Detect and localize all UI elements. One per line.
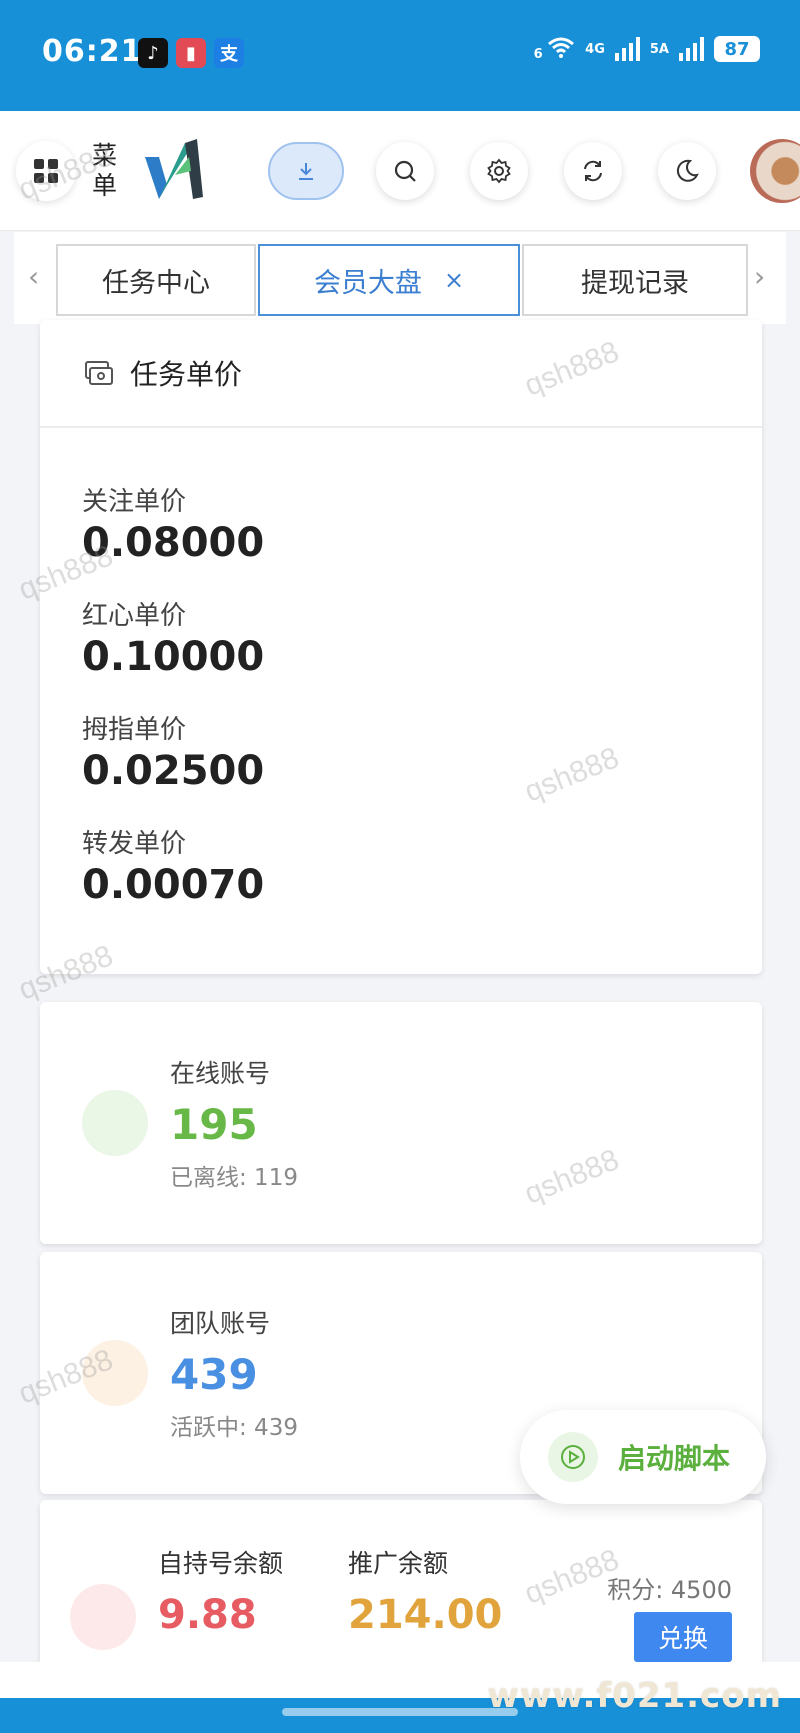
price-label: 关注单价: [82, 487, 187, 517]
price-label: 拇指单价: [82, 715, 187, 745]
balance-status-icon: [70, 1584, 136, 1650]
promo-balance-value: 214.00: [348, 1592, 503, 1638]
status-bar: 06:21 ♪ ▮ 支 6 4G 5A 87: [0, 0, 800, 111]
site-watermark: www.f021.com: [487, 1676, 782, 1716]
close-icon[interactable]: ×: [444, 266, 464, 294]
wifi-badge: 6: [533, 47, 543, 62]
dark-mode-button[interactable]: [658, 142, 716, 200]
signal-bars-icon: [614, 37, 640, 61]
tiktok-icon: ♪: [138, 38, 168, 68]
price-list: 关注单价 0.08000 红心单价 0.10000 拇指单价 0.02500 转…: [40, 428, 762, 942]
promo-balance: 推广余额 214.00: [348, 1544, 502, 1638]
active-count: 活跃中: 439: [170, 1415, 298, 1441]
tab-label: 会员大盘: [313, 267, 422, 299]
search-icon: [394, 160, 416, 182]
tab-withdraw-records[interactable]: 提现记录: [522, 244, 748, 316]
price-item-thumb: 拇指单价 0.02500: [82, 714, 762, 828]
team-status-icon: [82, 1340, 148, 1406]
money-icon: [85, 361, 113, 385]
exchange-button[interactable]: 兑换: [634, 1612, 732, 1662]
search-button[interactable]: [376, 142, 434, 200]
self-balance-value: 9.88: [158, 1592, 257, 1638]
start-script-button[interactable]: 启动脚本: [520, 1410, 766, 1504]
promo-balance-label: 推广余额: [348, 1549, 449, 1578]
price-item-heart: 红心单价 0.10000: [82, 600, 762, 714]
signal-5a-label: 5A: [649, 41, 669, 57]
task-price-header: 任务单价: [40, 320, 762, 428]
gear-icon: [487, 158, 511, 184]
menu-label[interactable]: 菜单: [92, 141, 118, 201]
signal-4g-label: 4G: [585, 41, 605, 57]
tab-label: 提现记录: [581, 267, 689, 299]
tab-member-dashboard[interactable]: 会员大盘 ×: [258, 244, 520, 316]
self-balance: 自持号余额 9.88: [158, 1544, 283, 1638]
task-price-card: 任务单价 关注单价 0.08000 红心单价 0.10000 拇指单价 0.02…: [40, 320, 762, 974]
points-text: 积分: 4500: [607, 1576, 732, 1604]
app-header: 菜单: [0, 111, 800, 231]
price-value: 0.08000: [82, 520, 265, 566]
price-label: 转发单价: [82, 829, 187, 859]
download-button[interactable]: [268, 142, 344, 200]
wifi-icon: 6: [534, 36, 576, 62]
refresh-button[interactable]: [564, 142, 622, 200]
price-value: 0.10000: [82, 634, 265, 680]
tabs-prev-icon[interactable]: ‹: [28, 260, 39, 293]
price-item-follow: 关注单价 0.08000: [82, 486, 762, 600]
alipay-icon: 支: [214, 38, 244, 68]
self-balance-label: 自持号余额: [158, 1549, 284, 1578]
download-icon: [299, 163, 313, 180]
moon-icon: [676, 159, 699, 182]
price-item-forward: 转发单价 0.00070: [82, 828, 762, 942]
grid-icon: [34, 159, 58, 183]
play-icon: [548, 1432, 598, 1482]
tab-task-center[interactable]: 任务中心: [56, 244, 256, 316]
online-status-icon: [82, 1090, 148, 1156]
balance-card: 自持号余额 9.88 推广余额 214.00 积分: 4500 兑换: [40, 1500, 762, 1670]
team-accounts-value: 439: [170, 1350, 258, 1399]
tabs-next-icon[interactable]: ›: [754, 260, 765, 293]
battery-indicator: 87: [714, 36, 760, 62]
status-time: 06:21: [42, 34, 143, 69]
settings-button[interactable]: [470, 142, 528, 200]
app-logo: [145, 139, 203, 199]
start-script-label: 启动脚本: [618, 1442, 731, 1475]
menu-button[interactable]: [16, 141, 76, 201]
online-accounts-card: 在线账号 195 已离线: 119: [40, 1002, 762, 1244]
tab-label: 任务中心: [102, 267, 210, 299]
home-indicator[interactable]: [282, 1708, 518, 1716]
refresh-icon: [584, 160, 602, 182]
avatar[interactable]: [750, 139, 800, 203]
book-icon: ▮: [176, 38, 206, 68]
status-indicators: 6 4G 5A 87: [534, 36, 760, 62]
task-price-title: 任务单价: [130, 358, 243, 391]
price-label: 红心单价: [82, 601, 187, 631]
online-accounts-label: 在线账号: [170, 1059, 271, 1088]
signal-bars-2-icon: [679, 37, 704, 61]
price-value: 0.02500: [82, 748, 265, 794]
price-value: 0.00070: [82, 862, 265, 908]
team-accounts-label: 团队账号: [170, 1309, 271, 1338]
wifi-symbol-icon: [548, 37, 575, 58]
tabs-bar: ‹ 任务中心 会员大盘 × 提现记录 ›: [14, 232, 786, 324]
online-accounts-value: 195: [170, 1100, 258, 1149]
offline-count: 已离线: 119: [170, 1165, 298, 1191]
